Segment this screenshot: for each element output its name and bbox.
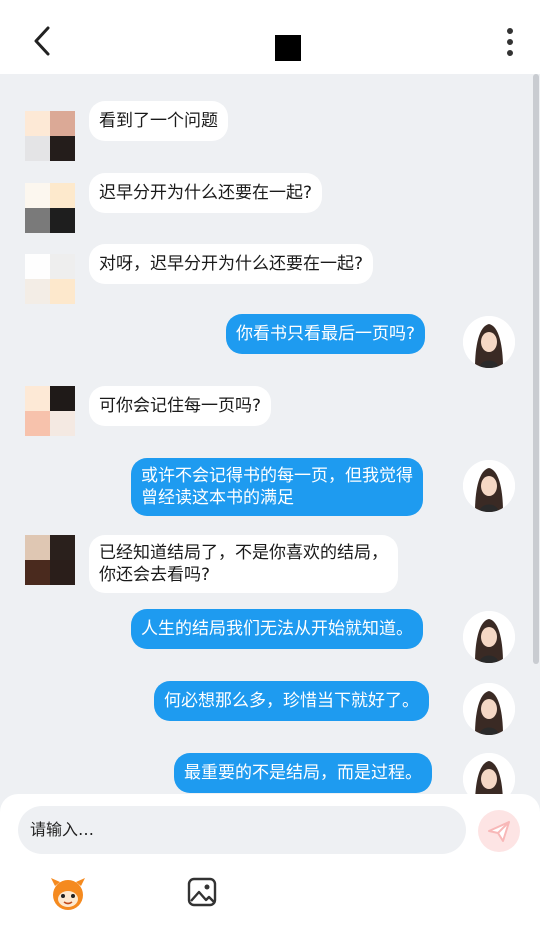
contact-avatar[interactable]: [25, 254, 75, 304]
message-line: 曾经读这本书的满足: [141, 488, 294, 508]
message-bubble[interactable]: 迟早分开为什么还要在一起?: [89, 173, 323, 213]
chat-title-avatar: [275, 35, 301, 61]
message-line: 你还会去看吗?: [99, 565, 211, 585]
message-bubble[interactable]: 已经知道结局了，不是你喜欢的结局， 你还会去看吗?: [89, 535, 398, 593]
user-avatar[interactable]: [463, 611, 515, 663]
message-bubble[interactable]: 或许不会记得书的每一页，但我觉得 曾经读这本书的满足: [131, 458, 423, 516]
contact-avatar[interactable]: [25, 535, 75, 585]
input-placeholder: 请输入…: [30, 820, 95, 839]
back-arrow-icon[interactable]: [28, 24, 58, 58]
message-bubble[interactable]: 何必想那么多，珍惜当下就好了。: [154, 681, 429, 721]
user-avatar[interactable]: [463, 683, 515, 735]
user-avatar[interactable]: [463, 460, 515, 512]
more-vertical-icon[interactable]: [500, 26, 520, 58]
message-bubble[interactable]: 你看书只看最后一页吗?: [226, 314, 426, 354]
message-line: 或许不会记得书的每一页，但我觉得: [141, 466, 413, 486]
top-bar: [0, 0, 540, 74]
message-bubble[interactable]: 最重要的不是结局，而是过程。: [174, 753, 432, 793]
mascot-icon[interactable]: [47, 872, 89, 914]
send-icon[interactable]: [478, 810, 520, 852]
scrollbar[interactable]: [533, 74, 539, 664]
user-avatar[interactable]: [463, 316, 515, 368]
message-bubble[interactable]: 看到了一个问题: [89, 101, 228, 141]
contact-avatar[interactable]: [25, 386, 75, 436]
message-line: 已经知道结局了，不是你喜欢的结局，: [99, 543, 388, 563]
message-bubble[interactable]: 对呀，迟早分开为什么还要在一起?: [89, 244, 374, 284]
message-input[interactable]: 请输入…: [18, 806, 466, 854]
message-bubble[interactable]: 人生的结局我们无法从开始就知道。: [131, 609, 423, 649]
contact-avatar[interactable]: [25, 183, 75, 233]
composer-bar: 请输入…: [0, 794, 540, 936]
message-bubble[interactable]: 可你会记住每一页吗?: [89, 386, 272, 426]
user-avatar[interactable]: [463, 753, 515, 794]
chat-messages[interactable]: 看到了一个问题 迟早分开为什么还要在一起? 对呀，迟早分开为什么还要在一起? 你…: [0, 74, 540, 794]
image-icon[interactable]: [186, 876, 218, 908]
contact-avatar[interactable]: [25, 111, 75, 161]
